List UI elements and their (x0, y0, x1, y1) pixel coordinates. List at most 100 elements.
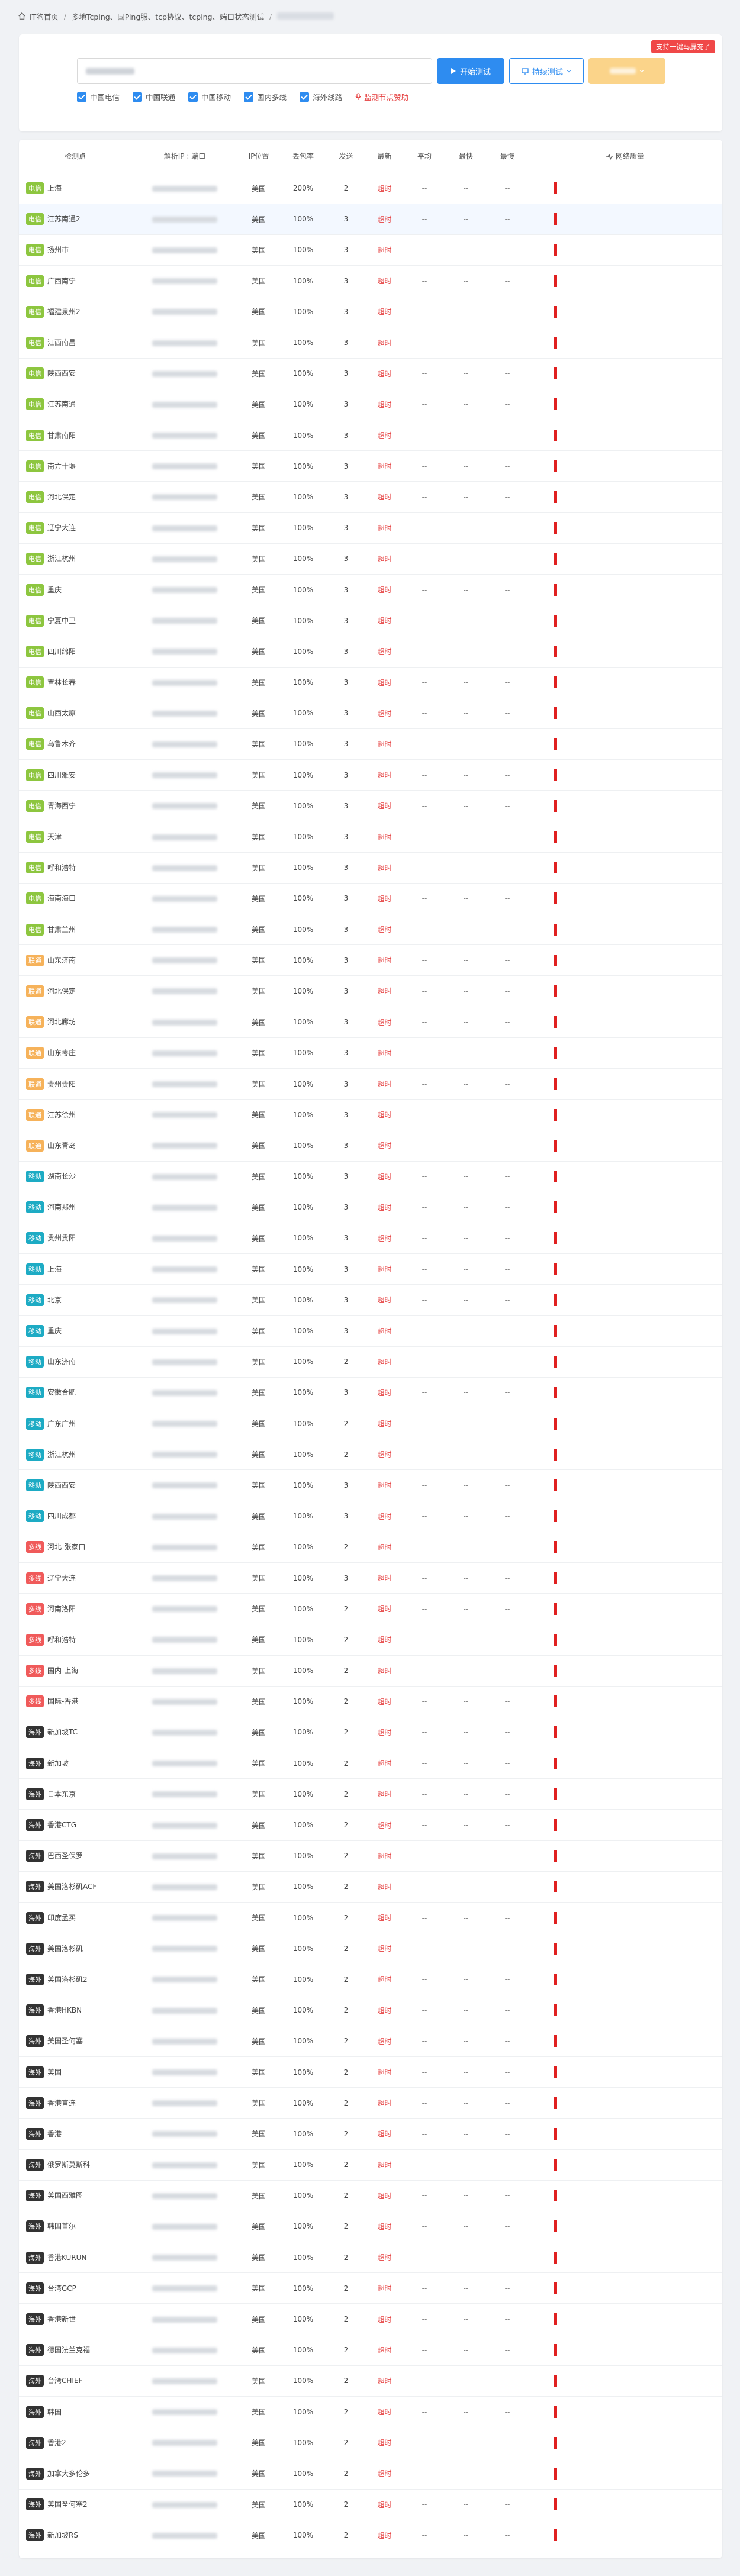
donate-link[interactable]: 监测节点赞助 (355, 91, 408, 102)
checkbox-mobile[interactable]: 中国移动 (188, 91, 231, 102)
table-row: 电信 呼和浩特 美国 100% 3 超时 -- -- -- (19, 852, 722, 884)
sent-count: 3 (327, 1315, 365, 1347)
sent-count: 2 (327, 1593, 365, 1625)
quality-bar (554, 2220, 557, 2233)
average-value: -- (404, 1501, 445, 1532)
node-name: 河北保定 (47, 492, 76, 501)
node-name: 辽宁大连 (47, 524, 76, 533)
sent-count: 3 (327, 852, 365, 884)
results-table: 检测点 解析IP : 端口 IP位置 丢包率 发送 最新 平均 最快 最慢 网络… (19, 140, 722, 2551)
latest-value: 超时 (365, 1995, 404, 2026)
latest-value: 超时 (365, 234, 404, 266)
ip-cell (131, 450, 238, 482)
quality-cell (528, 790, 722, 822)
start-test-button[interactable]: 开始测试 (437, 58, 504, 84)
checkbox-overseas[interactable]: 海外线路 (300, 91, 342, 102)
node-name: 福建泉州2 (47, 307, 81, 316)
ip-cell (131, 2303, 238, 2335)
quality-bar (554, 491, 557, 503)
table-row: 电信 广西南宁 美国 100% 3 超时 -- -- -- (19, 265, 722, 297)
fastest-value: -- (445, 1809, 487, 1841)
node-cell: 电信 甘肃南阳 (19, 420, 131, 452)
table-row: 海外 新加坡RS 美国 100% 2 超时 -- -- -- (19, 2520, 722, 2551)
sent-count: 2 (327, 2180, 365, 2211)
average-value: -- (404, 944, 445, 976)
ip-location: 美国 (238, 1778, 279, 1810)
ip-blurred (152, 957, 217, 964)
breadcrumb-home-link[interactable]: IT狗首页 (30, 11, 59, 22)
ip-blurred (152, 1668, 217, 1674)
sent-count: 3 (327, 1037, 365, 1069)
ip-cell (131, 1439, 238, 1471)
ip-cell (131, 1192, 238, 1223)
average-value: -- (404, 1964, 445, 1995)
latest-value: 超时 (365, 1933, 404, 1965)
table-row: 电信 扬州市 美国 100% 3 超时 -- -- -- (19, 234, 722, 266)
isp-tag: 海外 (26, 1819, 44, 1832)
table-row: 移动 四川成都 美国 100% 3 超时 -- -- -- (19, 1501, 722, 1532)
loss-rate: 100% (279, 543, 327, 575)
checkbox-multiline[interactable]: 国内多线 (244, 91, 287, 102)
table-row: 电信 浙江杭州 美国 100% 3 超时 -- -- -- (19, 543, 722, 575)
quality-cell (528, 389, 722, 421)
node-name: 河北保定 (47, 986, 76, 995)
average-value: -- (404, 1284, 445, 1316)
fastest-value: -- (445, 358, 487, 389)
ip-cell (131, 790, 238, 822)
checkbox-telecom[interactable]: 中国电信 (77, 91, 120, 102)
table-row: 联通 江苏徐州 美国 100% 3 超时 -- -- -- (19, 1099, 722, 1131)
header-slowest: 最慢 (487, 140, 528, 173)
node-cell: 海外 香港KURUN (19, 2242, 131, 2274)
ip-blurred (152, 1482, 217, 1489)
sent-count: 2 (327, 1346, 365, 1378)
sent-count: 2 (327, 2087, 365, 2119)
slowest-value: -- (487, 1099, 528, 1131)
average-value: -- (404, 1840, 445, 1872)
quality-cell (528, 327, 722, 359)
node-name: 美国洛杉矶ACF (47, 1882, 97, 1891)
host-input[interactable] (77, 58, 432, 84)
start-test-label: 开始测试 (459, 67, 491, 77)
latest-value: 超时 (365, 543, 404, 575)
address-select-button[interactable] (588, 58, 665, 84)
loss-rate: 100% (279, 759, 327, 791)
checkbox-unicom[interactable]: 中国联通 (133, 91, 175, 102)
average-value: -- (404, 2272, 445, 2304)
average-value: -- (404, 2396, 445, 2428)
latest-value: 超时 (365, 1130, 404, 1162)
breadcrumb: IT狗首页 / 多地Tcping、国Ping服、tcp协议、tcping、端口状… (0, 0, 740, 32)
loss-rate: 100% (279, 2242, 327, 2274)
loss-rate: 100% (279, 1532, 327, 1563)
ip-blurred (152, 401, 217, 408)
node-cell: 移动 山东济南 (19, 1346, 131, 1378)
continuous-test-button[interactable]: 持续测试 (509, 58, 584, 84)
quality-cell (528, 2458, 722, 2490)
ip-blurred (152, 556, 217, 562)
loss-rate: 100% (279, 1346, 327, 1378)
sent-count: 2 (327, 1408, 365, 1440)
node-name: 韩国首尔 (47, 2222, 76, 2231)
breadcrumb-middle-link[interactable]: 多地Tcping、国Ping服、tcp协议、tcping、端口状态测试 (72, 11, 264, 22)
latest-value: 超时 (365, 1778, 404, 1810)
ip-blurred (152, 1050, 217, 1056)
fastest-value: -- (445, 2303, 487, 2335)
corner-badge[interactable]: 支持一键马屏充了 (651, 40, 715, 53)
ip-location: 美国 (238, 2242, 279, 2274)
node-cell: 移动 湖南长沙 (19, 1161, 131, 1192)
quality-cell (528, 1099, 722, 1131)
node-name: 呼和浩特 (47, 1635, 76, 1644)
average-value: -- (404, 1253, 445, 1285)
node-name: 浙江杭州 (47, 554, 76, 563)
isp-tag: 海外 (26, 1788, 44, 1800)
latest-value: 超时 (365, 2118, 404, 2150)
fastest-value: -- (445, 2365, 487, 2397)
header-fastest: 最快 (445, 140, 487, 173)
quality-bar (554, 2406, 557, 2418)
ip-cell (131, 2396, 238, 2428)
node-cell: 海外 香港新世 (19, 2303, 131, 2335)
average-value: -- (404, 2427, 445, 2459)
quality-cell (528, 1902, 722, 1934)
average-value: -- (404, 1748, 445, 1779)
isp-tag: 海外 (26, 1881, 44, 1893)
ip-location: 美国 (238, 2056, 279, 2088)
